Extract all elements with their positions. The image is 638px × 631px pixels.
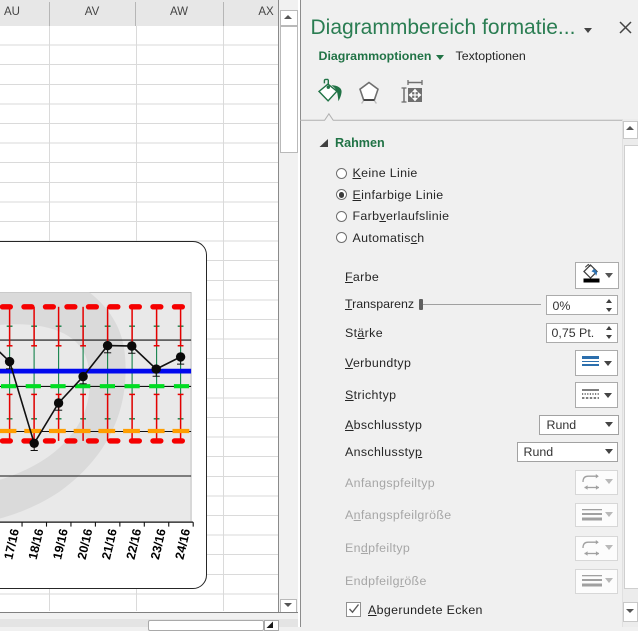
svg-text:21/16: 21/16 — [99, 527, 120, 560]
svg-text:18/16: 18/16 — [26, 527, 47, 560]
svg-text:17/16: 17/16 — [1, 527, 22, 560]
svg-text:20/16: 20/16 — [75, 527, 96, 560]
svg-text:22/16: 22/16 — [124, 527, 145, 560]
svg-text:24/16: 24/16 — [173, 527, 194, 560]
svg-text:23/16: 23/16 — [148, 527, 169, 560]
svg-text:19/16: 19/16 — [50, 527, 71, 560]
